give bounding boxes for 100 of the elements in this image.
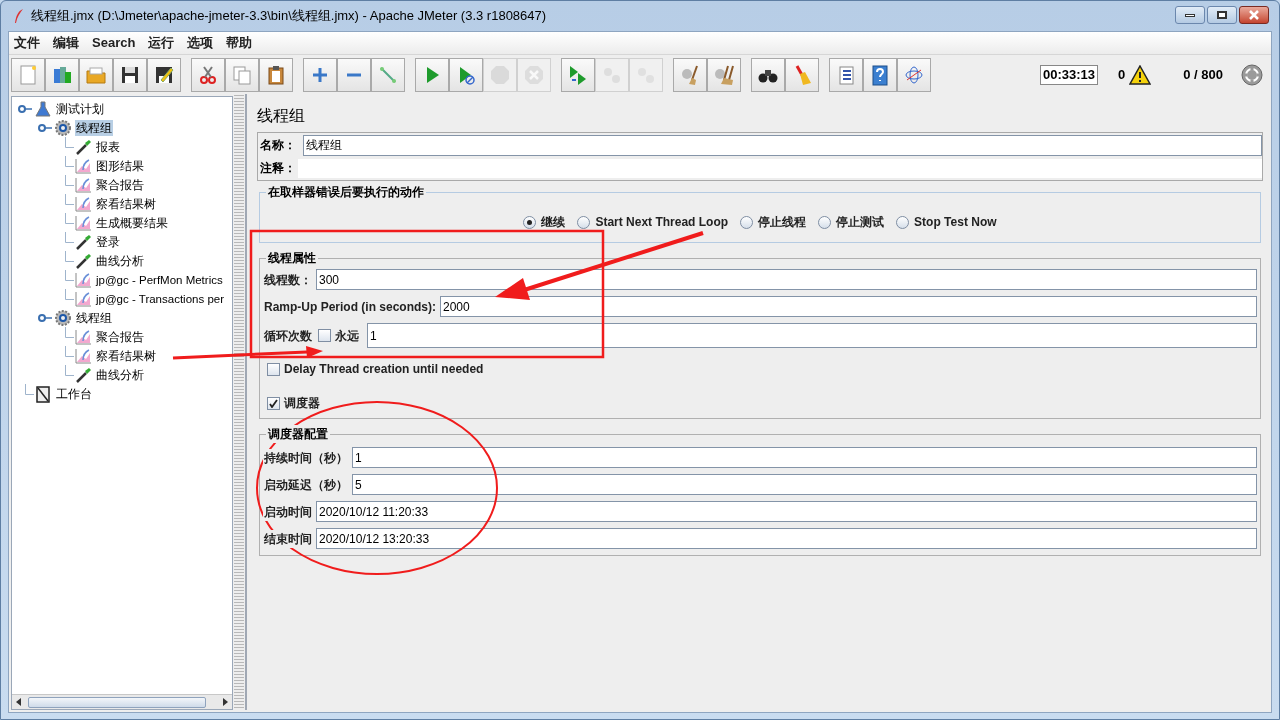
check-icon [269, 398, 278, 408]
scheduler-field[interactable]: 1 [352, 447, 1257, 468]
comment-field[interactable] [298, 158, 1262, 178]
close-icon [1248, 10, 1260, 20]
field-label: 名称： [260, 137, 297, 154]
tree-line [64, 232, 74, 243]
tree-item[interactable]: 图形结果 [95, 157, 145, 174]
group-title: 线程属性 [266, 249, 318, 267]
threads-field[interactable]: 300 [316, 269, 1257, 290]
loop-count-field[interactable]: 1 [367, 323, 1257, 348]
scheduler-field[interactable]: 5 [352, 474, 1257, 495]
close-button[interactable] [1239, 6, 1269, 24]
tree-line [64, 213, 74, 224]
pipette-icon [74, 137, 92, 156]
toolbar-button[interactable] [113, 57, 147, 92]
cross-octagon-icon [523, 63, 545, 86]
tree-line [64, 156, 74, 167]
tree-item[interactable]: 曲线分析 [95, 252, 145, 269]
gear-icon [54, 308, 72, 327]
toolbar-button[interactable] [751, 57, 785, 92]
copy-icon [231, 63, 253, 86]
chart-icon [74, 213, 92, 232]
tree-item[interactable]: 登录 [95, 233, 121, 250]
tree-line [64, 175, 74, 186]
chart-icon [74, 175, 92, 194]
tree-item[interactable]: jp@gc - PerfMon Metrics [95, 271, 224, 288]
clipboard-icon [265, 63, 287, 86]
tree-line [24, 384, 34, 395]
radio-option[interactable]: 继续 [523, 213, 566, 231]
tree-item[interactable]: 测试计划 [55, 100, 105, 117]
scroll-left-icon[interactable] [16, 698, 22, 706]
window-title: 线程组.jmx (D:\Jmeter\apache-jmeter-3.3\bin\线程组.jmx) - Apache JMeter (3.3 r1808647) [31, 7, 547, 26]
minimize-icon [1185, 13, 1195, 17]
tree-line [64, 270, 74, 281]
menu-item[interactable]: Search [92, 33, 136, 53]
warning-icon [1129, 64, 1152, 85]
radio-option[interactable]: 停止测试 [818, 213, 885, 231]
chart-icon [74, 327, 92, 346]
tree-line [64, 194, 74, 205]
gear-icon [54, 118, 72, 137]
delay-checkbox[interactable]: Delay Thread creation until needed [267, 360, 484, 378]
chart-icon [74, 156, 92, 175]
tree-item[interactable]: 线程组 [75, 119, 113, 136]
tree-item[interactable]: 聚合报告 [95, 328, 145, 345]
chart-icon [74, 346, 92, 365]
feather-icon [13, 8, 25, 24]
radio-option[interactable]: Stop Test Now [896, 213, 997, 231]
name-field[interactable]: 线程组 [303, 134, 1262, 156]
forever-checkbox[interactable]: 永远 [318, 326, 359, 345]
thread-count: 0 / 800 [1183, 65, 1223, 84]
minimize-button[interactable] [1175, 6, 1205, 24]
chart-icon [74, 270, 92, 289]
status-circle-icon [1241, 63, 1263, 86]
scheduler-field[interactable]: 2020/10/12 11:20:33 [316, 501, 1257, 522]
pipette-icon [74, 365, 92, 384]
tree-line [64, 365, 74, 376]
menu-item[interactable]: 帮助 [226, 33, 253, 53]
minus-icon [346, 72, 362, 77]
field-label: 注释： [260, 160, 297, 177]
menu-item[interactable]: 文件 [14, 33, 40, 53]
group-title: 在取样器错误后要执行的动作 [266, 183, 426, 201]
tree-item[interactable]: 工作台 [55, 385, 93, 402]
tree-line [64, 137, 74, 148]
tree-item[interactable]: 报表 [95, 138, 121, 155]
scroll-right-icon[interactable] [222, 698, 228, 706]
tree-line [64, 346, 74, 357]
help-book-icon [869, 63, 891, 86]
ramp-up-field[interactable]: 2000 [440, 296, 1257, 317]
group-title: 调度器配置 [266, 425, 330, 443]
scheduler-checkbox[interactable]: 调度器 [267, 394, 320, 412]
tree-line [64, 327, 74, 338]
menu-item[interactable]: 编辑 [53, 33, 79, 53]
pipette-icon [74, 232, 92, 251]
menu-item[interactable]: 运行 [148, 33, 175, 53]
field-label: 循环次数 [263, 327, 313, 345]
tree-item[interactable]: 生成概要结果 [95, 214, 169, 231]
tree-item[interactable]: 曲线分析 [95, 366, 145, 383]
menu-item[interactable]: 选项 [187, 33, 214, 53]
maximize-icon [1217, 11, 1227, 19]
radio-option[interactable]: 停止线程 [740, 213, 807, 231]
page-icon [17, 63, 39, 86]
tree-line [64, 289, 74, 300]
toolbar-button[interactable] [147, 57, 181, 92]
notepad-icon [34, 384, 52, 403]
radio-option[interactable]: Start Next Thread Loop [577, 213, 729, 231]
tree-item[interactable]: 聚合报告 [95, 176, 145, 193]
tree-item[interactable]: 察看结果树 [95, 347, 157, 364]
horizontal-scrollbar[interactable] [12, 694, 232, 709]
warning-count: 0 [1118, 65, 1126, 84]
toolbar-button[interactable] [829, 57, 863, 92]
tree-item[interactable]: jp@gc - Transactions per [95, 290, 225, 307]
panel-title: 线程组 [257, 106, 306, 126]
chart-icon [74, 289, 92, 308]
tree-item[interactable]: 察看结果树 [95, 195, 157, 212]
scheduler-field[interactable]: 2020/10/12 13:20:33 [316, 528, 1257, 549]
maximize-button[interactable] [1207, 6, 1237, 24]
toolbar-button[interactable] [259, 57, 293, 92]
gear-broom-icon [679, 63, 701, 86]
tree-item[interactable]: 线程组 [75, 309, 113, 326]
chart-icon [74, 194, 92, 213]
